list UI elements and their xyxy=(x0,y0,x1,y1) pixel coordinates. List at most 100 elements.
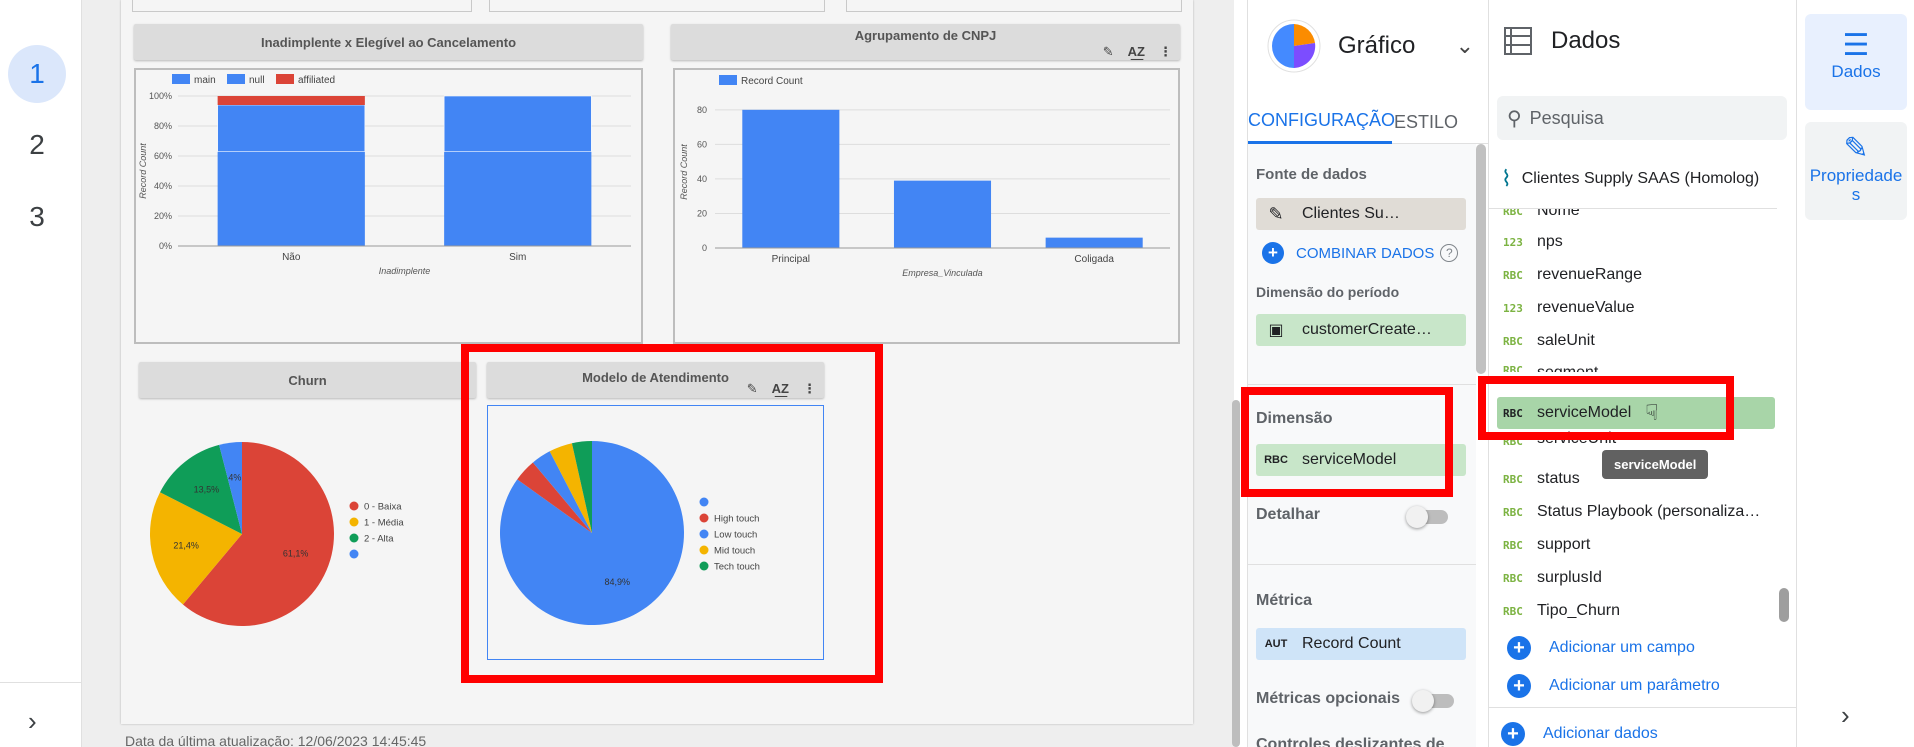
field-name: revenueValue xyxy=(1537,299,1635,316)
field-name: surplusId xyxy=(1537,569,1602,586)
toggle-knob xyxy=(1406,506,1428,528)
add-parameter-button[interactable]: + Adicionar um parâmetro xyxy=(1507,674,1720,698)
period-dimension-value: customerCreate… xyxy=(1302,321,1432,338)
slice-label: 13,5% xyxy=(194,484,220,494)
legend-label: main xyxy=(194,75,216,86)
field-name: nps xyxy=(1537,233,1563,250)
data-source-chip[interactable]: ✎ Clientes Su… xyxy=(1256,198,1466,230)
page-1-button[interactable]: 1 xyxy=(8,45,66,103)
chart-inadimplente[interactable]: main null affiliated 0% 20% 40% 60% 80% 100% Reco… xyxy=(134,68,643,344)
legend-swatch xyxy=(719,75,737,85)
page-nav-divider xyxy=(0,682,82,683)
field-name: segment xyxy=(1537,356,1598,372)
page-2-button[interactable]: 2 xyxy=(8,116,66,174)
period-dimension-chip[interactable]: ▣ customerCreate… xyxy=(1256,314,1466,346)
drill-label: Detalhar xyxy=(1256,506,1321,523)
section-divider xyxy=(1248,564,1476,565)
chart-cnpj[interactable]: Record Count 0 20 40 60 80 Record Count Princip… xyxy=(673,68,1180,344)
database-icon: ☰ xyxy=(1842,29,1870,62)
optional-metrics-toggle[interactable] xyxy=(1412,690,1454,712)
x-axis-label: Inadimplente xyxy=(379,266,431,276)
highlight-box-chart xyxy=(461,344,883,683)
slice-label: 21,4% xyxy=(173,540,199,550)
field-name: support xyxy=(1537,536,1591,553)
tab-estilo[interactable]: ESTILO xyxy=(1394,100,1474,144)
field-search[interactable]: ⚲ xyxy=(1497,96,1787,140)
page-3-button[interactable]: 3 xyxy=(8,188,66,246)
field-type-badge: 123 xyxy=(1503,301,1523,315)
field-type-badge: RBC xyxy=(1503,604,1523,618)
canvas-scrollbar[interactable] xyxy=(1232,400,1240,747)
chart-cnpj-title: Agrupamento de CNPJ xyxy=(854,27,997,43)
y-tick-label: 20% xyxy=(154,211,172,221)
field-list-scrollbar[interactable] xyxy=(1779,588,1789,622)
field-type-badge: 123 xyxy=(1503,235,1523,249)
slice-label: 4% xyxy=(228,472,241,482)
add-field-label: Adicionar um campo xyxy=(1549,639,1695,656)
toggle-knob xyxy=(1412,690,1434,712)
field-item[interactable]: 123 revenueValue xyxy=(1497,292,1775,324)
metric-chip[interactable]: AUT Record Count xyxy=(1256,628,1466,660)
field-item[interactable]: RBC Status Playbook (personaliza… xyxy=(1497,496,1775,528)
bar xyxy=(742,109,840,248)
tab-configuracao[interactable]: CONFIGURAÇÃO xyxy=(1248,100,1395,144)
field-item[interactable]: RBC segment xyxy=(1497,356,1775,372)
add-field-button[interactable]: + Adicionar um campo xyxy=(1507,636,1695,660)
sort-az-icon[interactable]: A͟Z xyxy=(1128,44,1145,60)
legend-dot xyxy=(349,533,359,543)
y-tick-label: 60 xyxy=(697,139,707,149)
highlight-box-field xyxy=(1478,376,1734,440)
field-item[interactable]: RBC Nome xyxy=(1497,209,1775,227)
mysql-icon: ⌇ xyxy=(1501,166,1512,191)
chart-slice-top-1[interactable] xyxy=(132,0,472,12)
field-item[interactable]: RBC surplusId xyxy=(1497,562,1775,594)
add-circle-icon: + xyxy=(1507,636,1531,660)
chart-slice-top-3[interactable] xyxy=(846,0,1182,12)
properties-scrollbar[interactable] xyxy=(1476,144,1486,374)
field-item[interactable]: RBC saleUnit xyxy=(1497,325,1775,357)
chart-cnpj-header[interactable]: Agrupamento de CNPJ ✎ A͟Z ⋮ xyxy=(671,24,1180,60)
field-item[interactable]: RBC revenueRange xyxy=(1497,259,1775,291)
field-item[interactable]: RBC support xyxy=(1497,529,1775,561)
pencil-icon[interactable]: ✎ xyxy=(1103,44,1114,60)
add-circle-icon: + xyxy=(1262,242,1284,264)
chevron-right-icon[interactable]: › xyxy=(28,706,37,737)
field-type-badge: RBC xyxy=(1503,571,1523,585)
y-tick-label: 0 xyxy=(702,243,707,253)
chart-slice-top-2[interactable] xyxy=(489,0,825,12)
help-icon[interactable]: ? xyxy=(1440,244,1459,262)
section-divider xyxy=(1248,384,1476,385)
bar xyxy=(1045,237,1143,248)
y-axis-label: Record Count xyxy=(138,143,148,199)
data-source-row[interactable]: ⌇ Clientes Supply SAAS (Homolog) xyxy=(1501,166,1759,192)
bar-segment xyxy=(217,104,366,152)
chart-inadimplente-header[interactable]: Inadimplente x Elegível ao Cancelamento xyxy=(134,24,643,60)
legend-label: affiliated xyxy=(298,75,335,86)
properties-tabs: CONFIGURAÇÃO ESTILO xyxy=(1248,100,1488,144)
chart-churn-header[interactable]: Churn xyxy=(139,362,476,398)
field-item[interactable]: 123 nps xyxy=(1497,226,1775,258)
add-data-button[interactable]: + Adicionar dados xyxy=(1501,722,1658,746)
properties-panel: Gráfico ⌄ CONFIGURAÇÃO ESTILO Fonte de d… xyxy=(1247,0,1488,747)
slice-label: 61,1% xyxy=(283,548,309,558)
x-tick-label: Não xyxy=(282,252,301,263)
period-dimension-label: Dimensão do período xyxy=(1256,284,1400,300)
chevron-right-icon[interactable]: › xyxy=(1841,700,1850,731)
x-axis-label: Empresa_Vinculada xyxy=(902,268,982,278)
search-input[interactable] xyxy=(1529,107,1760,129)
add-parameter-label: Adicionar um parâmetro xyxy=(1549,677,1720,694)
field-name: saleUnit xyxy=(1537,332,1595,349)
chart-type-selector[interactable]: Gráfico ⌄ xyxy=(1264,18,1474,74)
bar xyxy=(893,180,992,248)
chart-type-label: Gráfico xyxy=(1338,32,1416,59)
rail-data-button[interactable]: ☰ Dados xyxy=(1805,14,1907,110)
metric-type-badge: AUT xyxy=(1264,638,1288,650)
x-tick-label: Principal xyxy=(772,254,810,265)
more-vert-icon[interactable]: ⋮ xyxy=(1159,44,1172,60)
chart-inadimplente-title: Inadimplente x Elegível ao Cancelamento xyxy=(260,34,517,50)
blend-data-button[interactable]: + COMBINAR DADOS ? xyxy=(1262,242,1459,264)
rail-properties-button[interactable]: ✎ Propriedades xyxy=(1805,122,1907,220)
field-item[interactable]: RBC Tipo_Churn xyxy=(1497,595,1775,627)
chart-churn[interactable]: 61,1% 21,4% 13,5% 4% 0 - Baixa 1 - Média 2 - A… xyxy=(139,398,476,638)
drill-toggle[interactable] xyxy=(1406,506,1448,528)
